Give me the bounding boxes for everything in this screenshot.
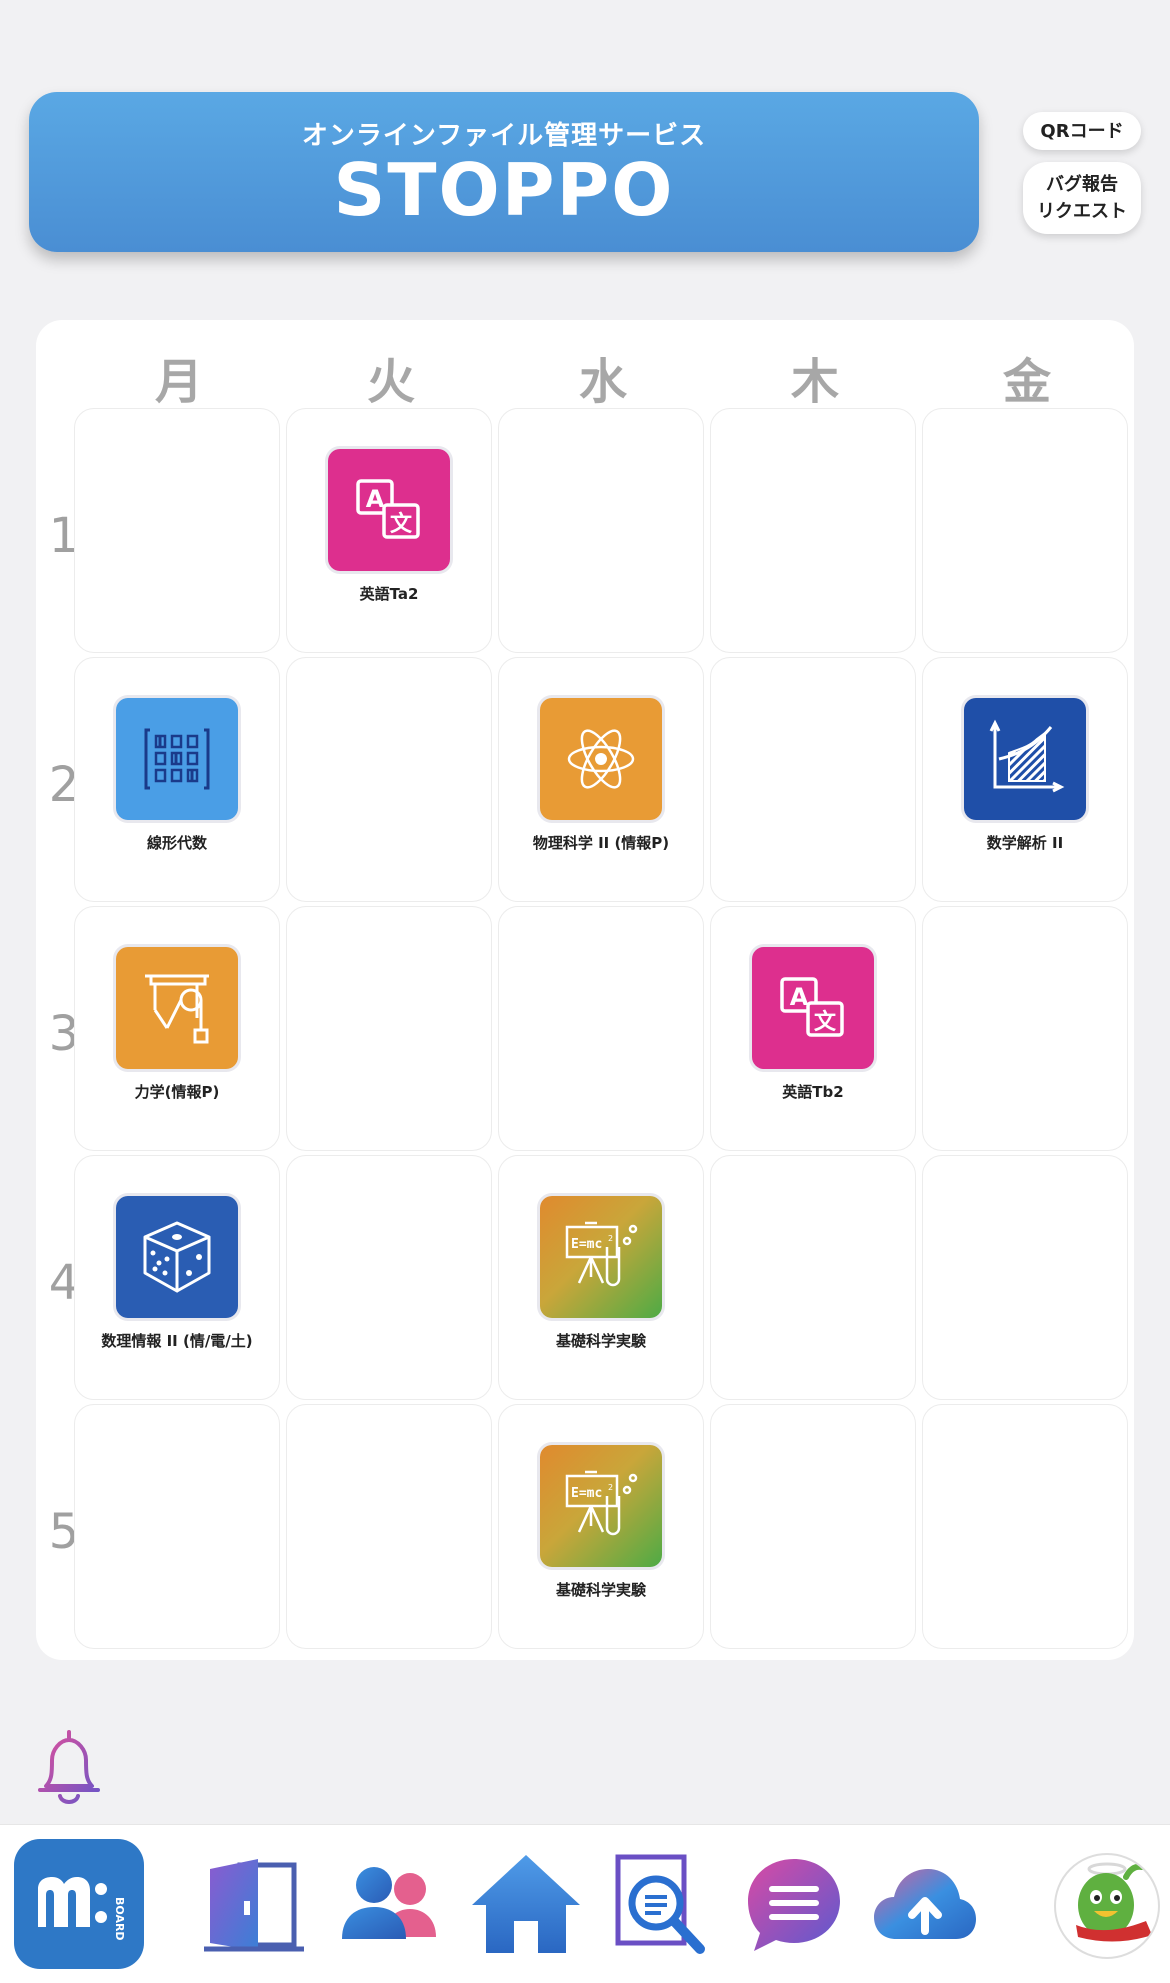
timetable-cell[interactable]: [286, 1155, 492, 1400]
day-header-mon: 月: [154, 354, 203, 410]
matrix-icon[interactable]: [116, 698, 238, 820]
day-header-tue: 火: [366, 354, 415, 410]
class-label: 基礎科学実験: [555, 1581, 646, 1599]
science-experiment-icon[interactable]: E=mc 2: [540, 1445, 662, 1567]
home-icon[interactable]: [468, 1849, 584, 1959]
dice-icon[interactable]: [116, 1196, 238, 1318]
people-icon[interactable]: [334, 1855, 444, 1955]
svg-text:2: 2: [608, 1234, 613, 1243]
svg-text:2: 2: [608, 1483, 613, 1492]
class-label: 線形代数: [146, 834, 207, 852]
timetable-cell[interactable]: [498, 906, 704, 1151]
timetable-cell[interactable]: E=mc 2 基礎科学実験: [498, 1155, 704, 1400]
mboard-board-text: BOARD: [113, 1897, 126, 1941]
class-label: 力学(情報P): [134, 1083, 220, 1101]
mascot-avatar-icon[interactable]: [1054, 1853, 1160, 1959]
banner-subtitle: オンラインファイル管理サービス: [301, 120, 707, 151]
timetable-cell[interactable]: 力学(情報P): [74, 906, 280, 1151]
svg-text:A: A: [790, 983, 809, 1011]
chat-menu-icon[interactable]: [742, 1851, 846, 1959]
timetable-cell[interactable]: A 文英語Tb2: [710, 906, 916, 1151]
atom-icon[interactable]: [540, 698, 662, 820]
banner-title: STOPPO: [333, 147, 675, 232]
translate-icon[interactable]: A 文: [752, 947, 874, 1069]
timetable-cell[interactable]: [74, 1404, 280, 1649]
notification-bell-icon[interactable]: [28, 1724, 110, 1814]
timetable-cell[interactable]: 線形代数: [74, 657, 280, 902]
svg-text:文: 文: [390, 511, 413, 537]
timetable-cell[interactable]: [922, 408, 1128, 653]
day-header-thu: 木: [790, 354, 839, 410]
integral-graph-icon[interactable]: [964, 698, 1086, 820]
timetable: 月 火 水 木 金 1 2 3 4 5 A 文英語Ta2 線形代数 物理科学 I…: [36, 320, 1134, 1660]
svg-text:A: A: [366, 485, 385, 513]
timetable-cell[interactable]: E=mc 2 基礎科学実験: [498, 1404, 704, 1649]
timetable-cell[interactable]: [710, 1404, 916, 1649]
timetable-cell[interactable]: A 文英語Ta2: [286, 408, 492, 653]
document-search-icon[interactable]: [612, 1851, 712, 1959]
cloud-upload-icon[interactable]: [870, 1859, 980, 1951]
timetable-cell[interactable]: [710, 1155, 916, 1400]
svg-text:E=mc: E=mc: [571, 1237, 602, 1252]
translate-icon[interactable]: A 文: [328, 449, 450, 571]
timetable-cell[interactable]: [498, 408, 704, 653]
timetable-cell[interactable]: [286, 906, 492, 1151]
timetable-cell[interactable]: 数理情報 II (情/電/土): [74, 1155, 280, 1400]
class-label: 数学解析 II: [986, 834, 1064, 852]
science-experiment-icon[interactable]: E=mc 2: [540, 1196, 662, 1318]
timetable-cell[interactable]: [710, 657, 916, 902]
qr-code-button[interactable]: QRコード: [1023, 112, 1141, 150]
bug-report-button[interactable]: バグ報告 リクエスト: [1023, 162, 1141, 234]
day-header-fri: 金: [1002, 354, 1051, 410]
timetable-cell[interactable]: [286, 1404, 492, 1649]
bottom-nav: BOARD: [0, 1824, 1170, 1983]
class-label: 物理科学 II (情報P): [532, 834, 670, 852]
door-icon[interactable]: [200, 1855, 310, 1955]
timetable-cell[interactable]: [922, 1404, 1128, 1649]
timetable-cell[interactable]: [286, 657, 492, 902]
timetable-cell[interactable]: [922, 1155, 1128, 1400]
class-label: 英語Ta2: [359, 585, 419, 603]
class-label: 英語Tb2: [782, 1083, 844, 1101]
class-label: 基礎科学実験: [555, 1332, 646, 1350]
pulley-icon[interactable]: [116, 947, 238, 1069]
app-banner: オンラインファイル管理サービス STOPPO: [29, 92, 979, 252]
svg-text:E=mc: E=mc: [571, 1486, 602, 1501]
timetable-cell[interactable]: 物理科学 II (情報P): [498, 657, 704, 902]
timetable-cell[interactable]: 数学解析 II: [922, 657, 1128, 902]
svg-text:文: 文: [814, 1009, 837, 1035]
class-label: 数理情報 II (情/電/土): [101, 1332, 253, 1350]
timetable-cell[interactable]: [710, 408, 916, 653]
timetable-cell[interactable]: [74, 408, 280, 653]
mboard-app-icon[interactable]: BOARD: [14, 1839, 144, 1969]
day-header-wed: 水: [578, 354, 627, 410]
timetable-cell[interactable]: [922, 906, 1128, 1151]
